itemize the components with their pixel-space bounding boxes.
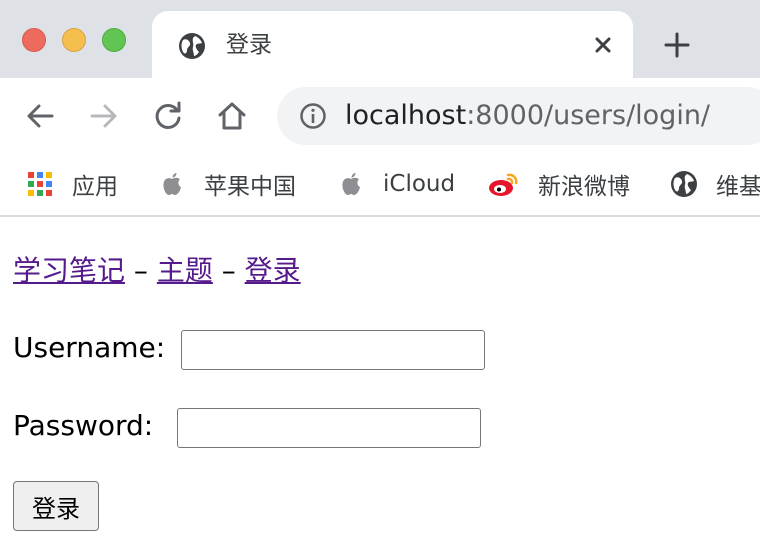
bookmark-sina-weibo[interactable]: 新浪微博 — [488, 164, 630, 204]
password-label: Password: — [13, 409, 154, 442]
apps-grid-icon — [28, 172, 52, 196]
bookmark-icloud[interactable]: iCloud — [337, 164, 455, 204]
forward-arrow-icon[interactable] — [86, 98, 122, 134]
back-arrow-icon[interactable] — [22, 98, 58, 134]
site-info-icon[interactable] — [299, 102, 327, 130]
url-path: :8000/users/login/ — [466, 100, 711, 131]
globe-icon — [671, 171, 697, 197]
url-text: localhost:8000/users/login/ — [345, 99, 710, 133]
bookmark-apps[interactable]: 应用 — [26, 164, 118, 204]
tab-title: 登录 — [226, 32, 272, 58]
bookmark-label: 维基 — [716, 174, 760, 200]
weibo-icon — [489, 173, 518, 196]
username-label: Username: — [13, 331, 166, 364]
breadcrumb-separator: – — [221, 254, 236, 287]
page-content: 学习笔记 – 主题 – 登录 Username: Password: 登录 — [0, 217, 760, 538]
breadcrumb-link-login[interactable]: 登录 — [245, 254, 301, 287]
home-icon[interactable] — [214, 98, 250, 134]
window-close-button[interactable] — [22, 28, 46, 52]
username-input[interactable] — [181, 330, 485, 370]
bookmark-label: 新浪微博 — [538, 174, 630, 200]
tab-strip: 登录 — [0, 0, 760, 78]
bookmark-label: iCloud — [383, 171, 456, 197]
new-tab-plus-icon[interactable] — [662, 30, 692, 60]
bookmark-apple-china[interactable]: 苹果中国 — [158, 164, 296, 204]
apple-icon — [342, 173, 360, 195]
address-bar[interactable]: localhost:8000/users/login/ — [277, 87, 760, 145]
globe-icon — [179, 33, 205, 59]
breadcrumb-link-topics[interactable]: 主题 — [157, 254, 213, 287]
login-submit-button[interactable]: 登录 — [13, 481, 99, 531]
breadcrumb-separator: – — [133, 254, 148, 287]
window-minimize-button[interactable] — [62, 28, 86, 52]
close-icon[interactable] — [588, 30, 618, 60]
breadcrumb: 学习笔记 – 主题 – 登录 — [13, 253, 301, 289]
url-host: localhost — [345, 100, 467, 131]
active-tab[interactable]: 登录 — [152, 11, 633, 78]
browser-toolbar: localhost:8000/users/login/ — [0, 78, 760, 154]
reload-icon[interactable] — [150, 98, 186, 134]
bookmark-label: 苹果中国 — [204, 174, 296, 200]
bookmark-label: 应用 — [72, 174, 118, 200]
window-zoom-button[interactable] — [102, 28, 126, 52]
breadcrumb-link-home[interactable]: 学习笔记 — [13, 254, 125, 287]
apple-icon — [163, 173, 181, 195]
bookmarks-bar: 应用 苹果中国 iCloud 新浪微博 维基 — [0, 154, 760, 217]
password-input[interactable] — [177, 408, 481, 448]
bookmark-wikipedia[interactable]: 维基 — [670, 164, 760, 204]
